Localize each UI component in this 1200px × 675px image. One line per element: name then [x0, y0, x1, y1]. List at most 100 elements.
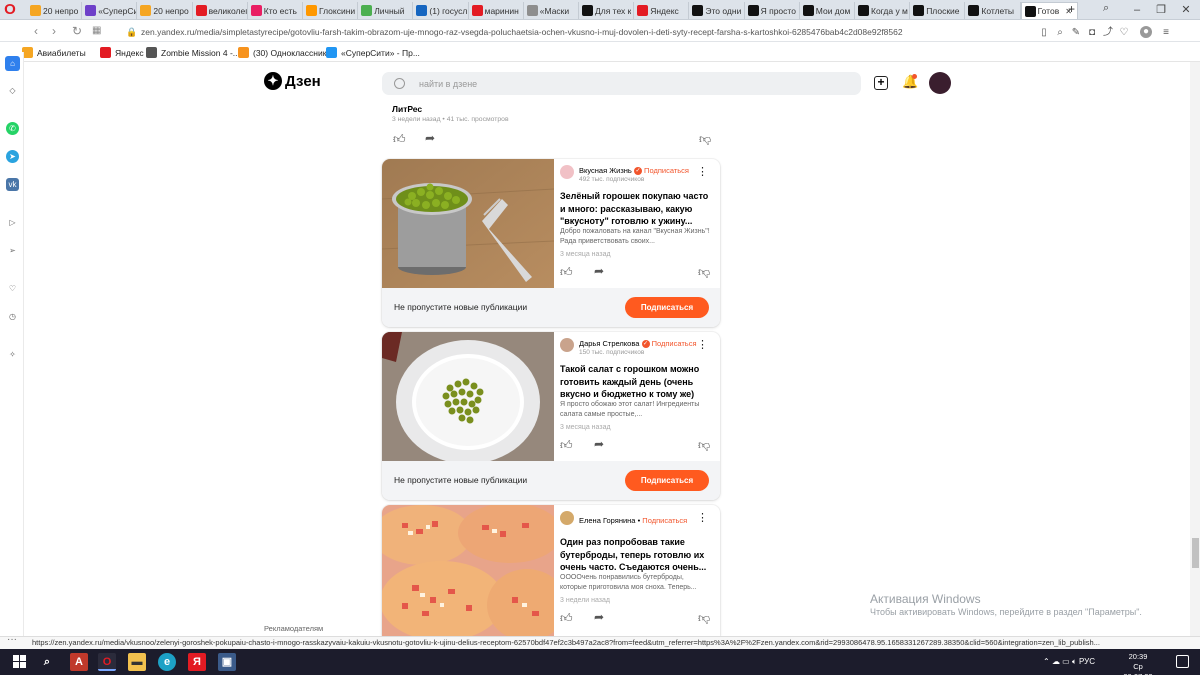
forward-button[interactable]: › [52, 23, 56, 39]
like-icon[interactable]: 👍︎ [393, 132, 406, 147]
more-options-icon[interactable]: ⋮ [697, 167, 708, 178]
share-icon[interactable]: ➦ [594, 264, 604, 278]
edit-icon[interactable]: ✎ [1070, 27, 1082, 39]
taskbar-explorer-icon[interactable]: ▬ [128, 653, 146, 671]
feed-card-3[interactable]: Елена Горянина • Подписаться ⋮ Один раз … [382, 505, 720, 636]
close-window-button[interactable]: ✕ [1175, 2, 1197, 18]
browser-tab[interactable]: Мои дом [800, 2, 855, 19]
browser-tab[interactable]: 20 непро [27, 2, 83, 19]
tray-chevron-icon[interactable]: ⌃ [1043, 657, 1050, 666]
browser-tab[interactable]: (1) госусл [413, 2, 469, 19]
home-icon[interactable]: ⌂ [5, 56, 20, 71]
new-tab-button[interactable]: + [1068, 2, 1075, 16]
feed-card-2[interactable]: Дарья Стрелкова ✓ Подписаться 150 тыс. п… [382, 332, 720, 500]
taskbar-search-icon[interactable]: ⌕ [38, 653, 56, 671]
bookmark-item[interactable]: «СуперСити» - Пр... [326, 47, 420, 58]
share-icon[interactable]: ⤴ [1102, 27, 1114, 39]
snapshot-icon[interactable]: ◘ [1086, 27, 1098, 39]
url-field[interactable]: zen.yandex.ru/media/simpletastyrecipe/go… [141, 27, 903, 37]
dislike-icon[interactable]: 👎︎ [698, 265, 710, 280]
channel-name[interactable]: Вкусная Жизнь [579, 166, 632, 175]
find-icon[interactable]: ⌕ [1054, 27, 1066, 39]
browser-tab[interactable]: Личный [358, 2, 414, 19]
like-icon[interactable]: 👍︎ [560, 611, 573, 626]
like-icon[interactable]: 👍︎ [560, 265, 573, 280]
vk-icon[interactable]: vk [6, 178, 19, 191]
taskbar-edge-icon[interactable]: e [158, 653, 176, 671]
feed-card-1[interactable]: Вкусная Жизнь ✓ Подписаться 492 тыс. под… [382, 159, 720, 327]
browser-tab[interactable]: Кто есть [248, 2, 303, 19]
tray-lang[interactable]: РУС [1079, 657, 1095, 666]
advertisers-link[interactable]: Рекламодателям [264, 624, 323, 633]
reader-icon[interactable]: ▯ [1038, 27, 1050, 39]
bookmark-item[interactable]: Яндекс [100, 47, 144, 58]
back-button[interactable]: ‹ [34, 23, 38, 39]
lightbulb-icon[interactable]: ✧ [6, 348, 19, 361]
bookmark-item[interactable]: Zombie Mission 4 -... [146, 47, 240, 58]
tabs-grid-icon[interactable]: ▦ [92, 23, 101, 39]
subscribe-link[interactable]: Подписаться [644, 166, 689, 175]
diamond-icon[interactable]: ◇ [6, 84, 19, 97]
browser-tab[interactable]: маринин [469, 2, 524, 19]
taskbar-yandex-icon[interactable]: Я [188, 653, 206, 671]
tray-network-icon[interactable]: ▭ [1062, 657, 1070, 666]
taskbar-opera-icon[interactable]: O [98, 653, 116, 671]
tray-cloud-icon[interactable]: ☁ [1052, 657, 1060, 666]
card-title[interactable]: Такой салат с горошком можно готовить ка… [560, 363, 714, 401]
windows-start-icon[interactable] [13, 655, 26, 668]
browser-tab[interactable]: 20 непро [137, 2, 193, 19]
create-post-button[interactable]: + [874, 76, 888, 90]
browser-tab[interactable]: Это одни [689, 2, 745, 19]
bookmark-item[interactable]: Авиабилеты [22, 47, 86, 58]
opera-menu-icon[interactable]: O [3, 2, 17, 17]
heart-icon[interactable]: ♡ [1118, 27, 1130, 39]
taskbar-app-icon[interactable]: A [70, 653, 88, 671]
browser-tab[interactable]: Когда у м [855, 2, 911, 19]
card-title[interactable]: Один раз попробовав такие бутерброды, те… [560, 536, 714, 574]
bookmark-item[interactable]: (30) Одноклассники [238, 47, 331, 58]
taskbar-app2-icon[interactable]: ▣ [218, 653, 236, 671]
player-icon[interactable]: ▷ [6, 216, 19, 229]
tab-search-icon[interactable]: ⌕ [1103, 2, 1109, 15]
send-icon[interactable]: ➢ [6, 244, 19, 257]
dzen-logo[interactable]: ✦ Дзен [264, 72, 321, 90]
subscribe-button[interactable]: Подписаться [625, 470, 709, 491]
telegram-icon[interactable]: ➤ [6, 150, 19, 163]
subscribe-link[interactable]: Подписаться [642, 516, 687, 525]
more-icon[interactable]: ··· [7, 634, 17, 645]
history-icon[interactable]: ◷ [6, 310, 19, 323]
whatsapp-icon[interactable]: ✆ [6, 122, 19, 135]
subscribe-button[interactable]: Подписаться [625, 297, 709, 318]
share-icon[interactable]: ➦ [425, 131, 435, 145]
browser-tab[interactable]: «Маски [524, 2, 579, 19]
reload-button[interactable]: ↻ [72, 23, 82, 39]
profile-icon[interactable]: ● [1140, 26, 1152, 38]
more-options-icon[interactable]: ⋮ [697, 513, 708, 524]
tray-volume-icon[interactable]: 🔈︎ [1072, 657, 1077, 666]
card-title[interactable]: Зелёный горошек покупаю часто и много: р… [560, 190, 714, 228]
favorites-icon[interactable]: ♡ [6, 282, 19, 295]
share-icon[interactable]: ➦ [594, 437, 604, 451]
dislike-icon[interactable]: 👎︎ [698, 438, 710, 453]
search-input[interactable]: найти в дзене [382, 72, 861, 95]
browser-tab[interactable]: Яндекс [634, 2, 690, 19]
browser-tab[interactable]: Для тех к [579, 2, 635, 19]
restore-button[interactable]: ❐ [1150, 2, 1172, 18]
minimize-button[interactable]: – [1126, 2, 1148, 18]
browser-tab[interactable]: Глоксини [303, 2, 359, 19]
notification-center-icon[interactable] [1176, 655, 1189, 668]
notifications-icon[interactable]: 🔔 [902, 74, 918, 90]
channel-avatar[interactable] [560, 338, 574, 352]
channel-name[interactable]: Дарья Стрелкова [579, 339, 639, 348]
scrollbar-thumb[interactable] [1192, 538, 1199, 568]
channel-avatar[interactable] [560, 165, 574, 179]
more-options-icon[interactable]: ⋮ [697, 340, 708, 351]
system-tray[interactable]: ⌃ ☁ ▭ 🔈︎ РУС [1043, 657, 1095, 667]
like-icon[interactable]: 👍︎ [560, 438, 573, 453]
browser-tab[interactable]: Я просто [745, 2, 800, 19]
taskbar-clock[interactable]: 20:39 Ср 20.07.22 [1118, 652, 1158, 675]
user-avatar[interactable] [929, 72, 951, 94]
dislike-icon[interactable]: 👎︎ [698, 611, 710, 626]
dislike-icon[interactable]: 👎︎ [699, 132, 711, 147]
browser-tab[interactable]: великолеп [193, 2, 248, 19]
